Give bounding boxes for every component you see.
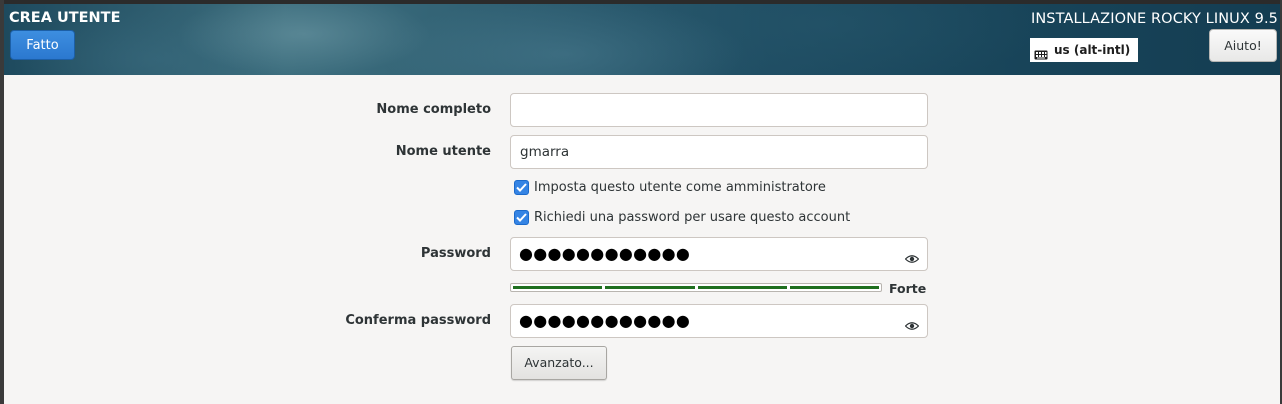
done-button[interactable]: Fatto	[10, 30, 75, 60]
username-label: Nome utente	[395, 144, 491, 159]
keyboard-layout-indicator[interactable]: us (alt-intl)	[1030, 38, 1138, 62]
keyboard-icon	[1034, 45, 1048, 60]
strength-segment	[789, 286, 879, 289]
show-password-icon[interactable]	[904, 316, 920, 330]
password-mask: ●●●●●●●●●●●●	[519, 244, 691, 263]
username-input[interactable]: gmarra	[510, 135, 928, 169]
require-password-checkbox-row[interactable]: Richiedi una password per usare questo a…	[514, 210, 850, 225]
spoke-header: CREA UTENTE Fatto INSTALLAZIONE ROCKY LI…	[4, 4, 1280, 75]
confirm-password-label: Conferma password	[345, 313, 491, 328]
strength-segment	[513, 286, 603, 289]
fullname-label: Nome completo	[376, 102, 491, 117]
strength-segment	[697, 286, 787, 289]
help-button[interactable]: Aiuto!	[1209, 29, 1277, 62]
confirm-password-input[interactable]: ●●●●●●●●●●●●	[510, 304, 928, 338]
username-value: gmarra	[520, 144, 570, 160]
checkmark-icon	[516, 213, 527, 222]
require-password-checkbox-label: Richiedi una password per usare questo a…	[534, 210, 851, 225]
password-label: Password	[420, 246, 491, 261]
installation-title: INSTALLAZIONE ROCKY LINUX 9.5	[1030, 11, 1278, 27]
password-strength-label: Forte	[889, 281, 927, 296]
advanced-button[interactable]: Avanzato...	[511, 346, 607, 380]
checkmark-icon	[516, 183, 527, 192]
strength-segment	[605, 286, 695, 289]
fullname-input[interactable]	[510, 93, 928, 127]
admin-checkbox-label: Imposta questo utente come amministrator…	[534, 180, 826, 195]
admin-checkbox-row[interactable]: Imposta questo utente come amministrator…	[514, 180, 826, 195]
require-password-checkbox[interactable]	[514, 210, 529, 225]
password-input[interactable]: ●●●●●●●●●●●●	[510, 237, 928, 271]
admin-checkbox[interactable]	[514, 180, 529, 195]
password-strength-bar	[510, 283, 882, 292]
spoke-title: CREA UTENTE	[9, 10, 121, 26]
keyboard-layout-label: us (alt-intl)	[1054, 43, 1131, 57]
confirm-password-mask: ●●●●●●●●●●●●	[519, 311, 691, 330]
show-password-icon[interactable]	[904, 249, 920, 263]
